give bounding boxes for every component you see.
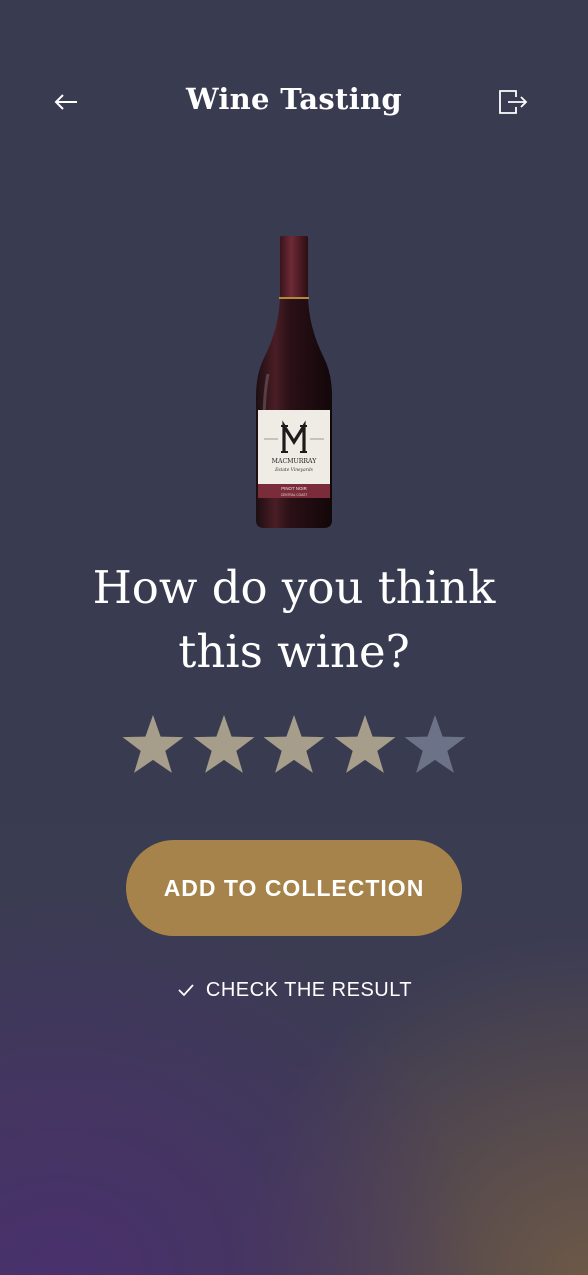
- star-1-icon[interactable]: [120, 712, 186, 778]
- app-header: Wine Tasting: [0, 70, 588, 134]
- wine-bottle-image: MACMURRAY Estate Vineyards PINOT NOIR CE…: [244, 234, 344, 530]
- star-rating: [120, 712, 468, 778]
- checkmark-icon: [178, 984, 194, 997]
- label-subtitle-text: Estate Vineyards: [274, 468, 314, 473]
- star-2-icon[interactable]: [191, 712, 257, 778]
- question-line-2: this wine?: [178, 625, 410, 678]
- star-4-icon[interactable]: [332, 712, 398, 778]
- star-3-icon[interactable]: [261, 712, 327, 778]
- logout-button[interactable]: [494, 86, 534, 118]
- logout-icon: [499, 90, 528, 114]
- label-varietal-text: PINOT NOIR: [281, 486, 307, 491]
- star-5-icon[interactable]: [402, 712, 468, 778]
- check-result-link[interactable]: CHECK THE RESULT: [0, 976, 588, 1004]
- check-result-label: CHECK THE RESULT: [205, 978, 413, 1001]
- add-to-collection-button[interactable]: ADD TO COLLECTION: [126, 840, 462, 936]
- label-region-text: CENTRAL COAST: [281, 493, 308, 497]
- label-brand-text: MACMURRAY: [272, 458, 318, 465]
- question-line-1: How do you think: [92, 561, 496, 614]
- rating-question: How do you think this wine?: [0, 556, 588, 684]
